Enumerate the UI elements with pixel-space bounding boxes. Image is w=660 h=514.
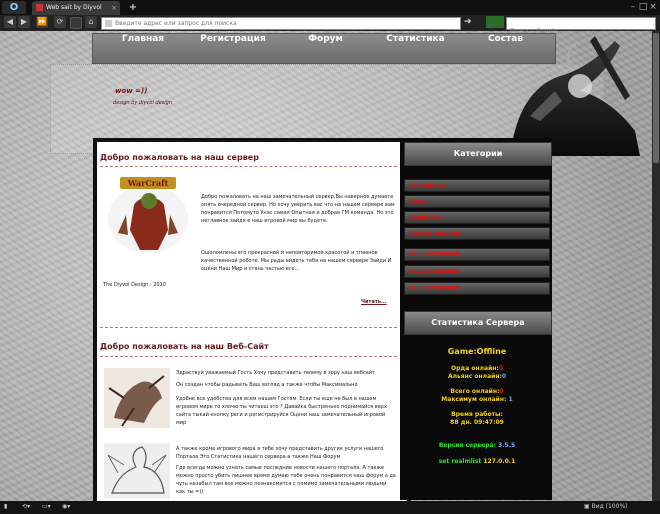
dragon-sketch-image [104,443,170,499]
tab-close-icon[interactable]: × [111,1,117,15]
nav-item-home[interactable]: Главная [113,34,173,63]
warcraft-orc-image: WarCraft [108,177,188,253]
categories-header: Категории [404,142,552,166]
uptime-label: Время работы: [451,411,503,418]
creature-sketch-image [104,368,170,428]
post-paragraph: А также кроме игрового мира я тебе хочу … [176,446,384,460]
nav-item-forum[interactable]: Форум [298,34,353,63]
max-online: Максимум онлайн: 1 [441,396,513,403]
post-paragraph: Добро пожаловать на наш замечательный се… [201,194,395,224]
title-divider [100,356,397,357]
opera-menu-button[interactable]: O [2,1,26,14]
maximize-button[interactable]: □ [638,1,648,14]
page-info-icon [105,20,112,27]
nav-item-roster[interactable]: Состав [478,34,533,63]
window-controls: – □ × [628,1,658,14]
fast-forward-button[interactable]: ⏩ [36,16,48,28]
post-credit: The Diyvol Design : 2010 [103,282,166,288]
vertical-scrollbar[interactable] [652,31,660,501]
nav-item-statistics[interactable]: Статистика [378,34,453,63]
view-icon[interactable]: ▭▾ [42,503,51,510]
horde-online: Орда онлайн:0 [450,365,504,372]
scrollbar-thumb[interactable] [653,33,659,163]
main-nav: Главная Регистрация Форум Статистика Сос… [92,33,556,64]
read-more-link[interactable]: Читать... [361,298,387,306]
post-paragraph: Он создан чтобы радывать Ваш взгляд а та… [176,382,358,388]
game-status: Game:Offline [447,347,507,356]
site-favicon-icon [36,4,43,11]
nav-item-registration[interactable]: Регистрация [193,34,273,63]
svg-text:WarCraft: WarCraft [127,178,169,188]
site-subtitle: design by diyvol design [113,100,173,106]
post-divider [100,327,397,328]
category-link[interactable]: ВАШ ЗАГОЛОВОК [404,265,550,278]
search-engine-icon[interactable] [486,16,504,28]
minimize-button[interactable]: – [628,1,638,14]
title-divider [100,166,397,167]
category-link[interactable]: ВАШ ЗАГОЛОВОК [404,282,550,295]
post-paragraph: Ошоломлены его прекрасной и неповторимой… [201,250,392,272]
total-online: Всего онлайн:0 [450,388,504,395]
close-window-button[interactable]: × [648,1,658,14]
go-arrow-icon[interactable]: ➔ [464,16,477,28]
address-bar[interactable] [101,17,461,30]
post-title: Добро пожаловать на наш сервер [100,153,259,162]
sync-icon[interactable]: ⟲▾ [22,503,30,510]
category-link-home[interactable]: Главная страница [404,227,550,240]
address-input[interactable] [115,20,415,27]
server-version: Версия сервера: 3.5.5 [438,442,516,449]
browser-status-bar: ▮ ⟲▾ ▭▾ ◉▾ ▣ Вид (100%) [0,501,660,514]
tab-title: Web sait by Diyvol [46,4,102,11]
search-field[interactable] [506,17,656,35]
category-link-forum[interactable]: Форум [404,195,550,208]
post-paragraph: Где всегда можно узнать самые последние … [176,465,396,495]
category-link-registration[interactable]: Регистрация [404,179,550,192]
panel-toggle-icon[interactable]: ▮ [4,503,7,510]
uptime-value: 88 дн. 09:47:09 [450,419,504,426]
post-paragraph: Здраствуй уважаемый Гость Хочу представи… [176,370,375,376]
reload-icon[interactable]: ⟳ [54,16,66,28]
category-link[interactable]: ВАШ ЗАГОЛОВОК [404,248,550,261]
post-title: Добро пожаловать на наш Веб-Сайт [100,342,269,351]
post-paragraph: Удобне все удобства для всем нашим Гостя… [176,396,387,426]
forward-button[interactable]: ▶ [18,16,30,28]
turbo-icon[interactable]: ◉▾ [62,503,70,510]
new-tab-button[interactable]: + [126,1,140,14]
stop-icon[interactable] [70,17,82,29]
browser-tab[interactable]: Web sait by Diyvol × [32,1,120,15]
site-title: wow =)) [115,87,148,95]
alliance-online: Альянс онлайн:0 [447,373,507,380]
realmlist: set realmlist 127.0.0.1 [438,458,516,465]
zoom-control[interactable]: ▣ Вид (100%) [584,503,627,510]
category-link-statistics[interactable]: Статистика [404,211,550,224]
server-stats-header: Статистика Сервера [404,311,552,335]
home-icon[interactable]: ⌂ [85,16,97,28]
back-button[interactable]: ◀ [4,16,16,28]
